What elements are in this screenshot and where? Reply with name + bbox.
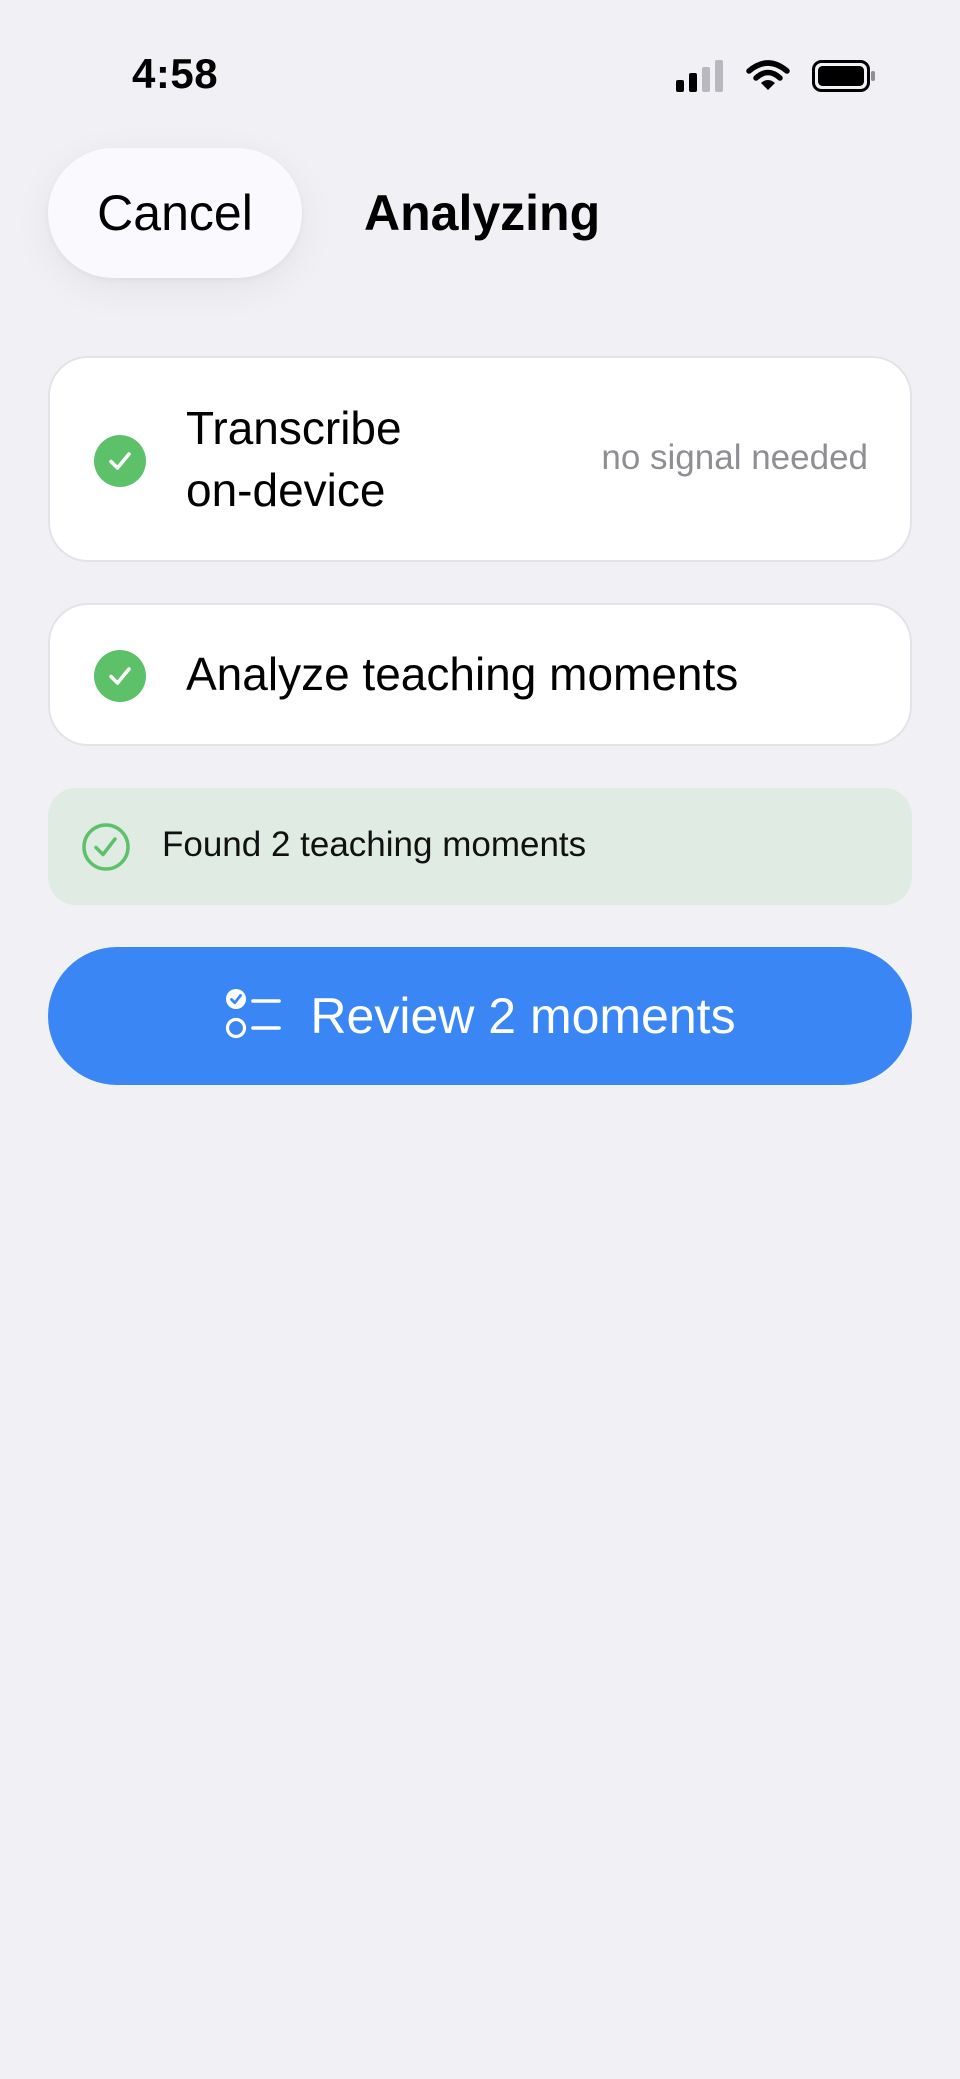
cancel-button[interactable]: Cancel [48,148,302,278]
checkmark-circle-outline-icon [81,822,131,872]
status-bar: 4:58 [0,0,960,150]
result-banner: Found 2 teaching moments [48,788,912,905]
step-note: no signal needed [601,438,868,477]
result-text: Found 2 teaching moments [162,825,587,864]
cellular-signal-icon [676,59,724,97]
page-title: Analyzing [364,185,601,241]
battery-icon [812,59,876,97]
step-label: Transcribe on-device [186,402,402,516]
status-icons [676,59,876,97]
checklist-icon [224,987,282,1045]
step-card-transcribe: Transcribe on-device no signal needed [48,356,912,562]
step-label: Analyze teaching moments [186,648,739,700]
checkmark-circle-icon [94,435,146,487]
review-moments-button[interactable]: Review 2 moments [48,947,912,1085]
status-time: 4:58 [132,50,219,97]
step-card-analyze: Analyze teaching moments [48,603,912,746]
checkmark-circle-icon [94,650,146,702]
review-button-label: Review 2 moments [310,988,736,1044]
wifi-icon [746,59,790,97]
